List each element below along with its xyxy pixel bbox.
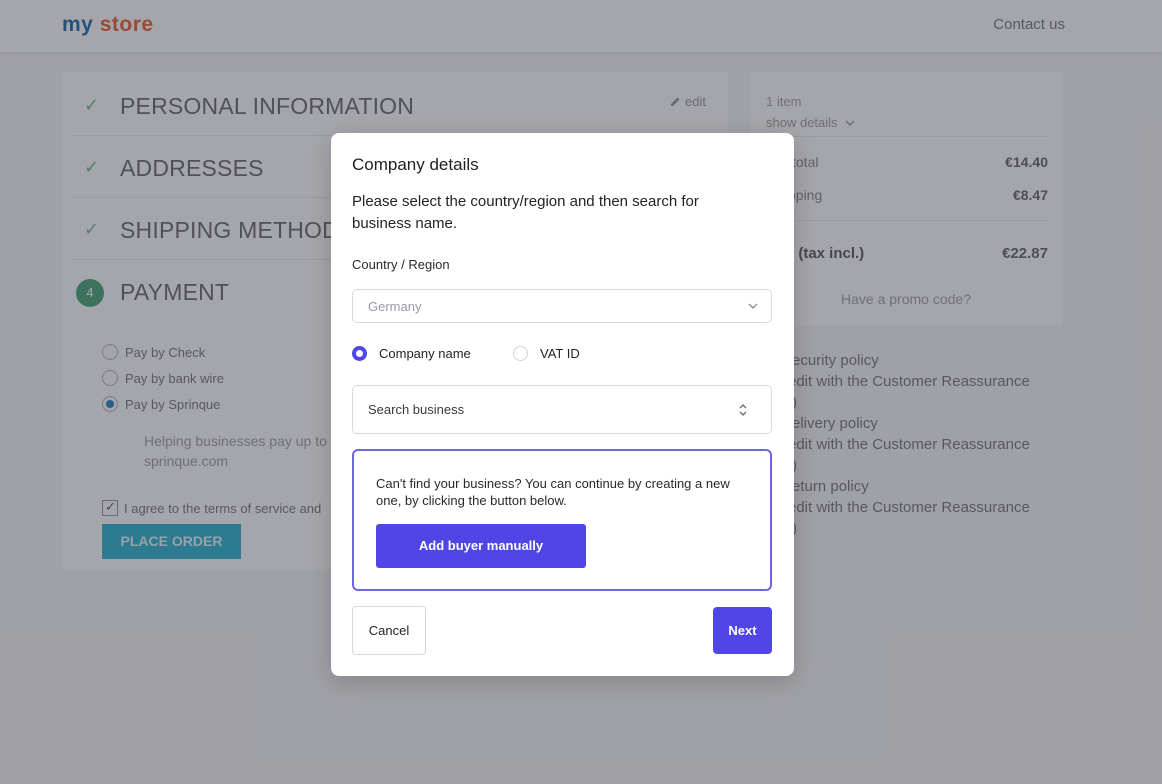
cancel-button[interactable]: Cancel	[352, 606, 426, 655]
add-buyer-manually-button[interactable]: Add buyer manually	[376, 524, 586, 568]
radio-button-selected[interactable]	[352, 346, 367, 361]
next-button[interactable]: Next	[713, 607, 772, 654]
business-not-found-panel: Can't find your business? You can contin…	[352, 449, 772, 591]
sort-arrows-icon	[739, 404, 747, 416]
company-details-modal: Company details Please select the countr…	[331, 133, 794, 676]
not-found-text: Can't find your business? You can contin…	[376, 476, 730, 508]
country-label: Country / Region	[352, 257, 450, 272]
modal-title: Company details	[352, 155, 479, 174]
radio-company-name[interactable]: Company name	[352, 346, 471, 361]
radio-button[interactable]	[513, 346, 528, 361]
chevron-down-icon	[748, 303, 758, 309]
modal-description: Please select the country/region and the…	[352, 193, 699, 232]
search-placeholder: Search business	[368, 402, 465, 417]
country-select[interactable]: Germany	[352, 289, 772, 323]
country-value: Germany	[368, 299, 422, 314]
radio-vat-id[interactable]: VAT ID	[513, 346, 580, 361]
search-business-combobox[interactable]: Search business	[352, 385, 772, 434]
